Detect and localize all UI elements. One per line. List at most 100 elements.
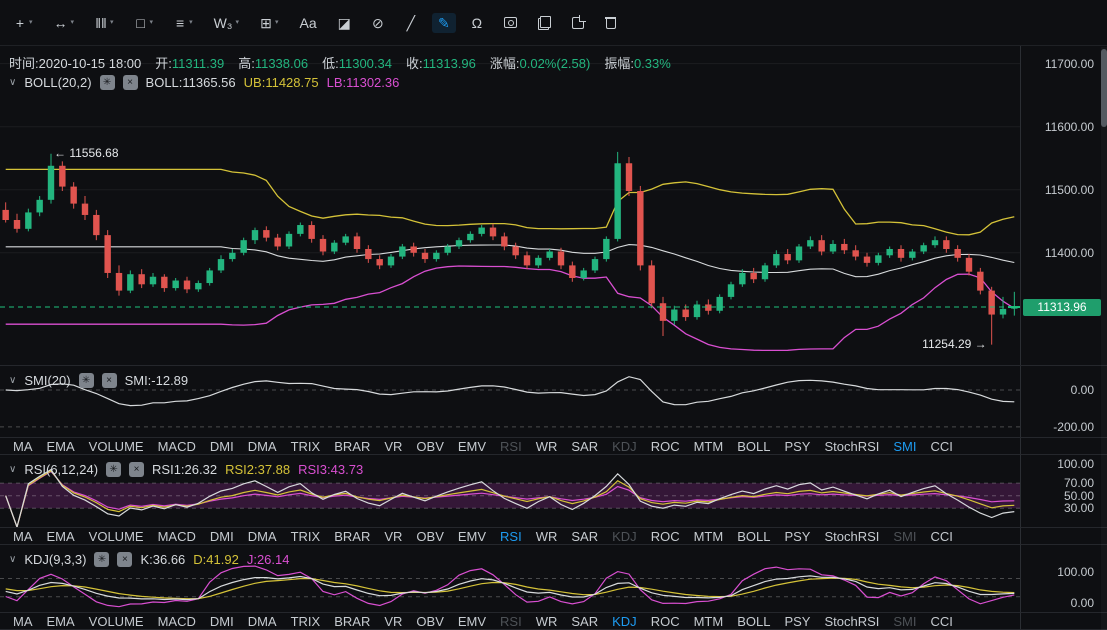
indicator-tab-dmi[interactable]: DMI xyxy=(210,529,234,544)
indicator-tab-boll[interactable]: BOLL xyxy=(737,529,770,544)
indicator-tab-obv[interactable]: OBV xyxy=(416,439,443,454)
indicator-tab-psy[interactable]: PSY xyxy=(784,529,810,544)
kdj-close-button[interactable]: × xyxy=(117,552,132,567)
kdj-panel-plot[interactable]: ∨KDJ(9,3,3)✳×K:36.66D:41.92J:26.14 xyxy=(0,545,1020,612)
rsi-collapse-chevron-icon[interactable]: ∨ xyxy=(9,464,16,475)
indicator-tab-vr[interactable]: VR xyxy=(384,529,402,544)
indicator-tab-stochrsi[interactable]: StochRSI xyxy=(824,614,879,629)
indicator-tab-cci[interactable]: CCI xyxy=(931,439,953,454)
kdj-axis[interactable]: 100.000.00 xyxy=(1020,545,1107,612)
indicator-tab-dmi[interactable]: DMI xyxy=(210,614,234,629)
indicator-tab-volume[interactable]: VOLUME xyxy=(89,529,144,544)
pattern-tool[interactable]: ⊞▾ xyxy=(254,13,285,33)
hide-drawings-tool[interactable]: ⊘ xyxy=(366,13,390,33)
smi-collapse-chevron-icon[interactable]: ∨ xyxy=(9,375,16,386)
indicator-tab-trix[interactable]: TRIX xyxy=(291,529,321,544)
indicator-tab-trix[interactable]: TRIX xyxy=(291,614,321,629)
indicator-tab-dma[interactable]: DMA xyxy=(248,614,277,629)
gann-lines-tool[interactable]: ‖‖▾ xyxy=(89,13,120,33)
kdj-settings-button[interactable]: ✳ xyxy=(94,552,109,567)
indicator-tab-dma[interactable]: DMA xyxy=(248,529,277,544)
indicator-tab-brar[interactable]: BRAR xyxy=(334,439,370,454)
indicator-tab-rsi[interactable]: RSI xyxy=(500,614,522,629)
indicator-tab-boll[interactable]: BOLL xyxy=(737,614,770,629)
boll-collapse-chevron-icon[interactable]: ∨ xyxy=(9,77,16,88)
indicator-tab-emv[interactable]: EMV xyxy=(458,614,486,629)
indicator-tab-volume[interactable]: VOLUME xyxy=(89,614,144,629)
wave-tool[interactable]: W₃▾ xyxy=(208,13,245,33)
indicator-tab-smi[interactable]: SMI xyxy=(893,439,916,454)
indicator-tab-macd[interactable]: MACD xyxy=(158,614,196,629)
rsi-settings-button[interactable]: ✳ xyxy=(106,462,121,477)
indicator-tab-psy[interactable]: PSY xyxy=(784,614,810,629)
smi-axis[interactable]: 0.00-200.00 xyxy=(1020,366,1107,437)
boll-settings-button[interactable]: ✳ xyxy=(100,75,115,90)
indicator-tab-macd[interactable]: MACD xyxy=(158,529,196,544)
indicator-tab-dmi[interactable]: DMI xyxy=(210,439,234,454)
indicator-tab-ema[interactable]: EMA xyxy=(47,439,75,454)
shapes-tool[interactable]: □▾ xyxy=(129,13,160,33)
indicator-tab-ma[interactable]: MA xyxy=(13,529,33,544)
main-price-axis[interactable]: 11700.0011600.0011500.0011400.0011313.96 xyxy=(1020,46,1107,365)
measure-tool[interactable]: ╱ xyxy=(399,13,423,33)
text-tool[interactable]: Aa xyxy=(294,13,323,33)
indicator-tab-volume[interactable]: VOLUME xyxy=(89,439,144,454)
trendline-tool[interactable]: ↔▾ xyxy=(48,13,81,33)
indicator-tab-wr[interactable]: WR xyxy=(536,529,558,544)
indicator-tab-brar[interactable]: BRAR xyxy=(334,614,370,629)
indicator-tab-ema[interactable]: EMA xyxy=(47,614,75,629)
screenshot-tool[interactable] xyxy=(498,14,523,31)
indicator-tab-emv[interactable]: EMV xyxy=(458,439,486,454)
indicator-tab-cci[interactable]: CCI xyxy=(931,614,953,629)
indicator-tab-wr[interactable]: WR xyxy=(536,439,558,454)
smi-settings-button[interactable]: ✳ xyxy=(79,373,94,388)
indicator-tab-ma[interactable]: MA xyxy=(13,614,33,629)
indicator-tab-cci[interactable]: CCI xyxy=(931,529,953,544)
indicator-tab-sar[interactable]: SAR xyxy=(571,529,598,544)
rsi-axis[interactable]: 100.0070.0050.0030.00 xyxy=(1020,455,1107,527)
indicator-tab-dma[interactable]: DMA xyxy=(248,439,277,454)
indicator-tab-obv[interactable]: OBV xyxy=(416,614,443,629)
channel-tool[interactable]: ≡▾ xyxy=(168,13,199,33)
indicator-tab-smi[interactable]: SMI xyxy=(893,529,916,544)
smi-close-button[interactable]: × xyxy=(102,373,117,388)
marker-tool[interactable]: ◪ xyxy=(332,13,357,33)
crosshair-tool[interactable]: +▾ xyxy=(8,13,39,33)
copy-tool[interactable] xyxy=(532,13,557,33)
indicator-tab-ema[interactable]: EMA xyxy=(47,529,75,544)
kdj-collapse-chevron-icon[interactable]: ∨ xyxy=(9,554,16,565)
indicator-tab-roc[interactable]: ROC xyxy=(651,614,680,629)
indicator-tab-emv[interactable]: EMV xyxy=(458,529,486,544)
indicator-tab-roc[interactable]: ROC xyxy=(651,439,680,454)
indicator-tab-brar[interactable]: BRAR xyxy=(334,529,370,544)
export-tool[interactable] xyxy=(566,14,590,32)
brush-tool[interactable]: ✎ xyxy=(432,13,456,33)
indicator-tab-trix[interactable]: TRIX xyxy=(291,439,321,454)
indicator-tab-kdj[interactable]: KDJ xyxy=(612,529,637,544)
delete-tool[interactable] xyxy=(599,13,623,32)
rsi-close-button[interactable]: × xyxy=(129,462,144,477)
vertical-scrollbar[interactable] xyxy=(1101,47,1107,630)
indicator-tab-sar[interactable]: SAR xyxy=(571,614,598,629)
indicator-tab-mtm[interactable]: MTM xyxy=(694,529,724,544)
indicator-tab-kdj[interactable]: KDJ xyxy=(612,439,637,454)
indicator-tab-sar[interactable]: SAR xyxy=(571,439,598,454)
boll-close-button[interactable]: × xyxy=(123,75,138,90)
rsi-panel-plot[interactable]: ∨RSI(6,12,24)✳×RSI1:26.32RSI2:37.88RSI3:… xyxy=(0,455,1020,527)
indicator-tab-boll[interactable]: BOLL xyxy=(737,439,770,454)
smi-panel-plot[interactable]: ∨SMI(20)✳×SMI:-12.89 xyxy=(0,366,1020,437)
scrollbar-thumb[interactable] xyxy=(1101,49,1107,127)
indicator-tab-vr[interactable]: VR xyxy=(384,614,402,629)
indicator-tab-smi[interactable]: SMI xyxy=(893,614,916,629)
indicator-tab-macd[interactable]: MACD xyxy=(158,439,196,454)
indicator-tab-rsi[interactable]: RSI xyxy=(500,439,522,454)
indicator-tab-ma[interactable]: MA xyxy=(13,439,33,454)
indicator-tab-kdj[interactable]: KDJ xyxy=(612,614,637,629)
indicator-tab-stochrsi[interactable]: StochRSI xyxy=(824,529,879,544)
indicator-tab-mtm[interactable]: MTM xyxy=(694,439,724,454)
indicator-tab-vr[interactable]: VR xyxy=(384,439,402,454)
main-chart-plot[interactable]: 时间:2020-10-15 18:00开:11311.39高:11338.06低… xyxy=(0,46,1020,365)
indicator-tab-rsi[interactable]: RSI xyxy=(500,529,522,544)
indicator-tab-roc[interactable]: ROC xyxy=(651,529,680,544)
indicator-tab-psy[interactable]: PSY xyxy=(784,439,810,454)
